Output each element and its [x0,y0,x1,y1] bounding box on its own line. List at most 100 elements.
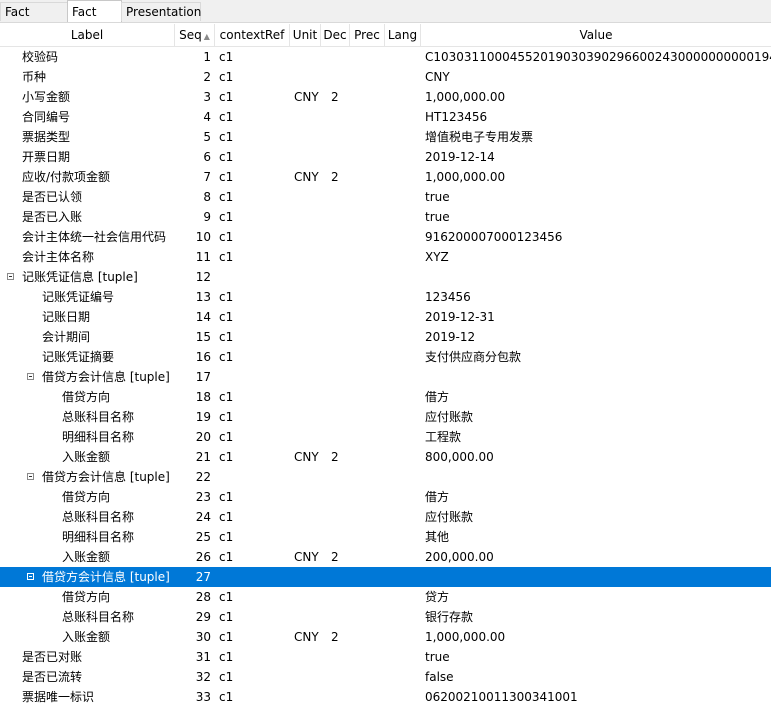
row-label-cell: 借贷方会计信息 [tuple] [0,367,175,387]
table-row[interactable]: 总账科目名称 29 c1 银行存款 [0,607,771,627]
row-dec [331,367,351,387]
row-value: true [425,650,450,664]
table-row[interactable]: 币种 2 c1 CNY [0,67,771,87]
row-unit [294,67,326,87]
tab-fact-list[interactable]: Fact List [67,0,122,41]
col-dec-header[interactable]: Dec [321,24,350,46]
table-row[interactable]: 校验码 1 c1 C103031100045520190303902966002430… [0,47,771,67]
sort-ascending-icon: ▲ [203,32,210,41]
row-unit [294,487,326,507]
row-label-cell: 票据类型 [0,127,175,147]
row-dec [331,647,351,667]
row-seq: 17 [195,370,211,384]
row-seq: 14 [195,310,211,324]
row-label: 总账科目名称 [62,610,135,624]
col-seq-text: Seq [179,28,202,42]
row-label: 明细科目名称 [62,430,135,444]
table-row[interactable]: 总账科目名称 24 c1 应付账款 [0,507,771,527]
table-row[interactable]: 是否已流转 32 c1 false [0,667,771,687]
row-value: 其他 [425,530,450,544]
table-row[interactable]: 入账金额 21 c1 CNY 2 800,000.00 [0,447,771,467]
table-row[interactable]: 开票日期 6 c1 2019-12-14 [0,147,771,167]
collapse-icon[interactable] [7,273,14,280]
row-contextref: c1 [219,530,234,544]
row-label: 借贷方会计信息 [tuple] [42,570,170,584]
row-dec [331,207,351,227]
table-row[interactable]: 记账日期 14 c1 2019-12-31 [0,307,771,327]
row-seq: 15 [195,330,211,344]
row-contextref: c1 [219,230,234,244]
row-contextref: c1 [219,130,234,144]
tuple-row[interactable]: 借贷方会计信息 [tuple] 27 [0,567,771,587]
row-unit [294,347,326,367]
collapse-icon[interactable] [27,473,34,480]
row-contextref: c1 [219,410,234,424]
row-label: 入账金额 [62,450,111,464]
row-dec [331,307,351,327]
table-row[interactable]: 合同编号 4 c1 HT123456 [0,107,771,127]
tuple-row[interactable]: 借贷方会计信息 [tuple] 22 [0,467,771,487]
table-row[interactable]: 借贷方向 28 c1 贷方 [0,587,771,607]
row-label-cell: 入账金额 [0,447,175,467]
table-row[interactable]: 入账金额 30 c1 CNY 2 1,000,000.00 [0,627,771,647]
row-label: 会计主体统一社会信用代码 [22,230,167,244]
table-row[interactable]: 入账金额 26 c1 CNY 2 200,000.00 [0,547,771,567]
tuple-row[interactable]: 借贷方会计信息 [tuple] 17 [0,367,771,387]
table-row[interactable]: 明细科目名称 25 c1 其他 [0,527,771,547]
table-row[interactable]: 会计主体名称 11 c1 XYZ [0,247,771,267]
row-unit [294,47,326,67]
table-row[interactable]: 借贷方向 23 c1 借方 [0,487,771,507]
row-unit [294,287,326,307]
table-row[interactable]: 会计主体统一社会信用代码 10 c1 916200007000123456 [0,227,771,247]
collapse-icon[interactable] [27,573,34,580]
table-row[interactable]: 是否已认领 8 c1 true [0,187,771,207]
col-prec-header[interactable]: Prec [350,24,385,46]
row-value: HT123456 [425,110,488,124]
row-label-cell: 借贷方向 [0,387,175,407]
row-value: 银行存款 [425,610,474,624]
table-row[interactable]: 明细科目名称 20 c1 工程款 [0,427,771,447]
row-label: 入账金额 [62,630,111,644]
col-value-header[interactable]: Value [421,24,771,46]
row-value [425,267,771,287]
row-label-cell: 记账日期 [0,307,175,327]
table-row[interactable]: 票据类型 5 c1 增值税电子专用发票 [0,127,771,147]
table-row[interactable]: 会计期间 15 c1 2019-12 [0,327,771,347]
collapse-icon[interactable] [27,373,34,380]
col-lang-text: Lang [387,28,418,42]
row-label: 总账科目名称 [62,410,135,424]
row-contextref: c1 [219,90,234,104]
col-unit-header[interactable]: Unit [290,24,321,46]
col-contextref-header[interactable]: contextRef [215,24,290,46]
table-row[interactable]: 记账凭证摘要 16 c1 支付供应商分包款 [0,347,771,367]
tuple-row[interactable]: 记账凭证信息 [tuple] 12 [0,267,771,287]
table-row[interactable]: 总账科目名称 19 c1 应付账款 [0,407,771,427]
table-row[interactable]: 小写金额 3 c1 CNY 2 1,000,000.00 [0,87,771,107]
row-value: 200,000.00 [425,550,494,564]
row-seq: 24 [195,510,211,524]
row-label-cell: 借贷方会计信息 [tuple] [0,467,175,487]
row-label-cell: 是否已流转 [0,667,175,687]
row-unit [294,647,326,667]
row-seq: 27 [195,570,211,584]
table-row[interactable]: 票据唯一标识 33 c1 06200210011300341001 [0,687,771,707]
row-contextref [219,267,289,287]
row-unit: CNY [294,170,319,184]
row-label: 是否已对账 [22,650,83,664]
row-unit [294,587,326,607]
table-row[interactable]: 是否已入账 9 c1 true [0,207,771,227]
row-value: true [425,210,450,224]
row-seq: 25 [195,530,211,544]
col-lang-header[interactable]: Lang [385,24,421,46]
row-seq: 9 [203,210,211,224]
col-seq-header[interactable]: Seq ▲ [175,24,215,46]
row-contextref: c1 [219,630,234,644]
tab-presentation[interactable]: Presentation [121,2,201,21]
tab-fact-table[interactable]: Fact Table [0,2,68,37]
table-row[interactable]: 借贷方向 18 c1 借方 [0,387,771,407]
col-label-header[interactable]: Label [0,24,175,46]
table-row[interactable]: 是否已对账 31 c1 true [0,647,771,667]
table-row[interactable]: 应收/付款项金额 7 c1 CNY 2 1,000,000.00 [0,167,771,187]
row-value: 借方 [425,390,450,404]
table-row[interactable]: 记账凭证编号 13 c1 123456 [0,287,771,307]
